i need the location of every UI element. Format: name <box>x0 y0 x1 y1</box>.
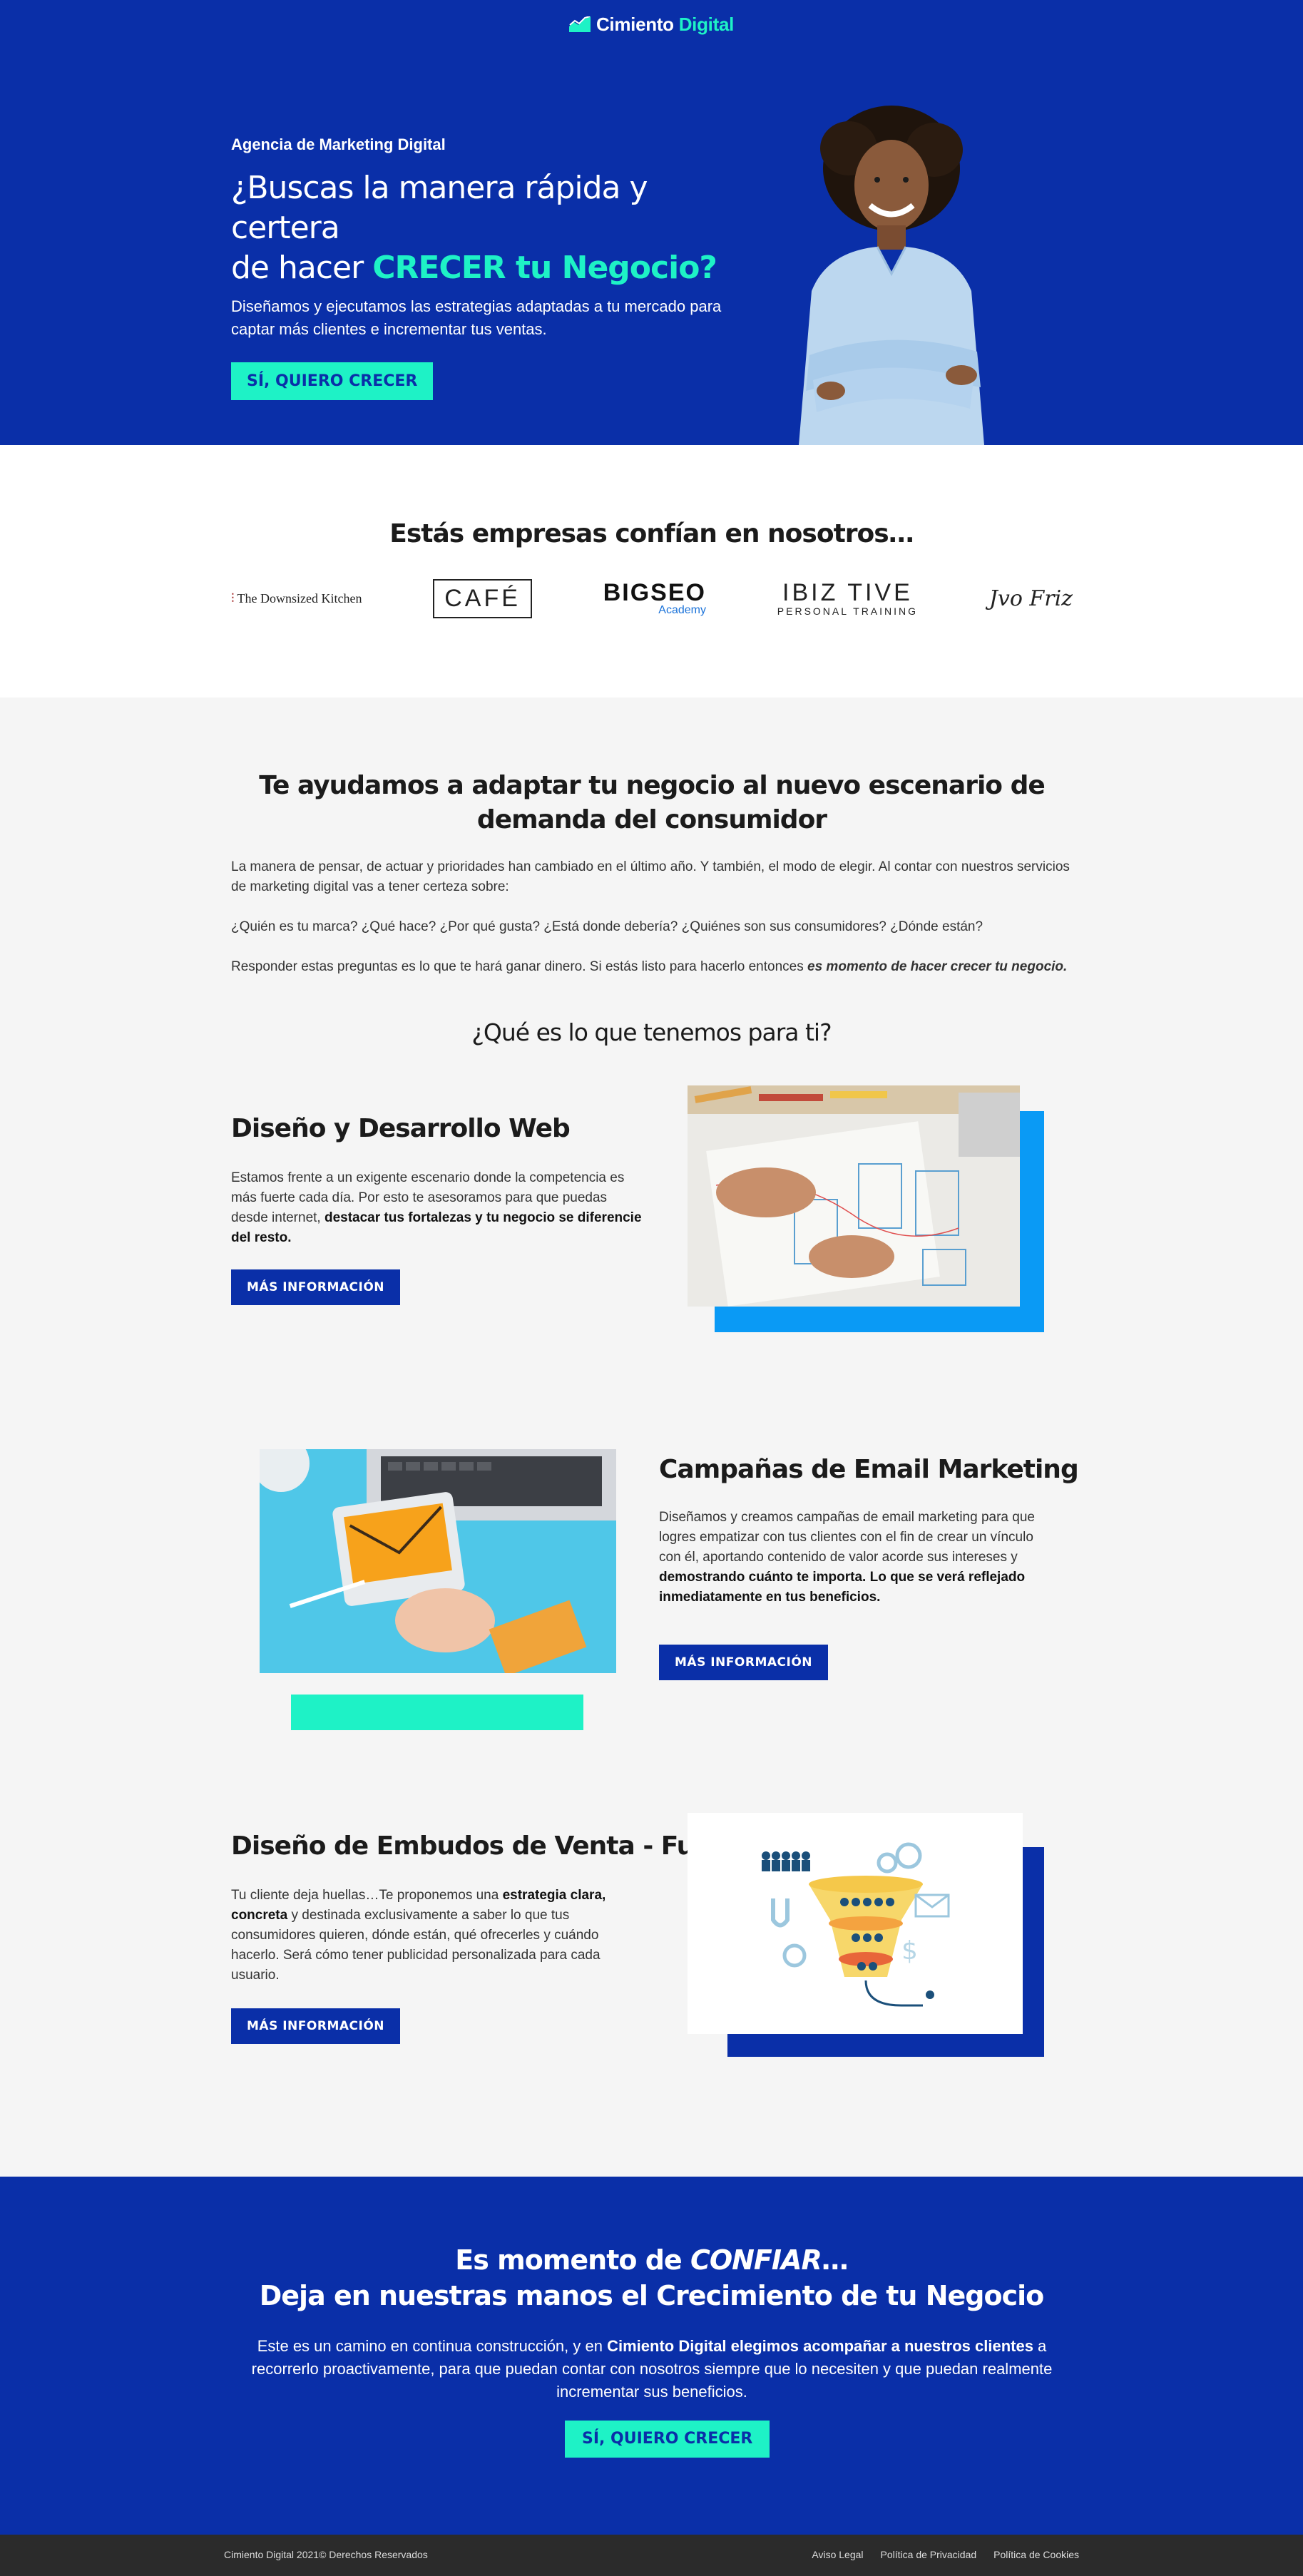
cta-button[interactable]: SÍ, QUIERO CRECER <box>565 2421 770 2458</box>
intro-p3-text: Responder estas preguntas es lo que te h… <box>231 959 808 974</box>
services-subheading: ¿Qué es lo que tenemos para ti? <box>471 1018 832 1046</box>
service-web-more-button[interactable]: MÁS INFORMACIÓN <box>231 1269 400 1305</box>
clients-section: Estás empresas confían en nosotros… ⫶ Th… <box>0 445 1303 697</box>
cta-heading-line2: Deja en nuestras manos el Crecimiento de… <box>259 2280 1045 2311</box>
logo-part1: Cimiento <box>596 13 674 35</box>
clients-title: Estás empresas confían en nosotros… <box>389 519 914 548</box>
client-logo-label: Jvo Friz <box>988 586 1073 611</box>
service-email-body: Diseñamos y creamos campañas de email ma… <box>659 1510 1035 1565</box>
footer-link-cookies[interactable]: Política de Cookies <box>993 2549 1079 2560</box>
hero-woman-photo <box>799 106 984 445</box>
hero-cta-button[interactable]: SÍ, QUIERO CRECER <box>231 362 434 400</box>
footer-link-privacidad[interactable]: Política de Privacidad <box>881 2549 977 2560</box>
intro-paragraph-2: ¿Quién es tu marca? ¿Qué hace? ¿Por qué … <box>231 919 983 934</box>
footer-links: Aviso Legal Política de Privacidad Polít… <box>812 2549 1079 2560</box>
logo[interactable]: Cimiento Digital <box>596 14 734 36</box>
service-web-title: Diseño y Desarrollo Web <box>231 1114 571 1143</box>
top-bar: Cimiento Digital <box>0 0 1303 48</box>
intro-paragraph-1: La manera de pensar, de actuar y priorid… <box>231 859 1070 894</box>
service-email-bold: demostrando cuánto te importa. Lo que se… <box>659 1570 1026 1605</box>
hero-title: ¿Buscas la manera rápida y certera de ha… <box>231 168 745 288</box>
intro-p3-emphasis: es momento de hacer crecer tu negocio. <box>807 959 1068 974</box>
service-web-text: Estamos frente a un exigente escenario d… <box>231 1168 645 1248</box>
service-email-image <box>260 1449 616 1673</box>
hero-section: Cimiento Digital Agencia de Marketing Di… <box>0 0 1303 445</box>
intro-paragraph-3: Responder estas preguntas es lo que te h… <box>231 957 1073 977</box>
service-email-image-backdrop <box>291 1695 583 1730</box>
client-logos: ⫶ The Downsized Kitchen CAFÉ BIGSEO Acad… <box>231 573 1073 623</box>
client-logo-sublabel: Academy <box>658 604 706 616</box>
client-logo-bigseo: BIGSEO Academy <box>603 581 706 616</box>
footer: Cimiento Digital 2021© Derechos Reservad… <box>0 2535 1303 2576</box>
service-funnels-body: Tu cliente deja huellas…Te proponemos un… <box>231 1888 503 1903</box>
intro-title: Te ayudamos a adaptar tu negocio al nuev… <box>259 771 1046 834</box>
client-logo-ibizktive: IBIZ TIVE PERSONAL TRAINING <box>777 578 919 618</box>
service-funnels-image: $ <box>688 1813 1023 2034</box>
hero-title-prefix: de hacer <box>231 250 373 286</box>
client-logo-label: IBIZ TIVE <box>782 578 913 606</box>
cta-heading-suffix: … <box>821 2244 849 2276</box>
service-funnels-text: Tu cliente deja huellas…Te proponemos un… <box>231 1886 630 1985</box>
footer-copyright: Cimiento Digital 2021© Derechos Reservad… <box>224 2549 428 2560</box>
client-logo-downsized-kitchen: ⫶ The Downsized Kitchen <box>231 591 362 606</box>
hero-title-highlight: CRECER tu Negocio? <box>372 250 717 286</box>
cta-heading-emphasis: CONFIAR <box>690 2244 822 2276</box>
service-funnels-more-button[interactable]: MÁS INFORMACIÓN <box>231 2008 400 2044</box>
page: Cimiento Digital Agencia de Marketing Di… <box>0 0 1303 2576</box>
client-logo-sublabel: PERSONAL TRAINING <box>777 605 919 617</box>
client-logo-label: The Downsized Kitchen <box>237 591 362 605</box>
cta-paragraph-prefix: Este es un camino en continua construcci… <box>257 2337 608 2355</box>
cta-heading-prefix: Es momento de <box>455 2244 690 2276</box>
hero-title-line2: de hacer CRECER tu Negocio? <box>231 248 745 288</box>
service-web-image <box>688 1085 1020 1307</box>
hero-eyebrow: Agencia de Marketing Digital <box>231 136 446 153</box>
cta-paragraph-bold: Cimiento Digital elegimos acompañar a nu… <box>607 2337 1033 2355</box>
svg-text:$: $ <box>901 1936 918 1966</box>
service-email-more-button[interactable]: MÁS INFORMACIÓN <box>659 1645 828 1680</box>
hero-content: Agencia de Marketing Digital ¿Buscas la … <box>231 136 745 400</box>
cta-section: Es momento de CONFIAR… Deja en nuestras … <box>0 2177 1303 2535</box>
logo-chart-icon <box>568 16 591 32</box>
kitchen-icon: ⫶ <box>231 591 235 605</box>
hero-subtitle: Diseñamos y ejecutamos las estrategias a… <box>231 297 722 338</box>
hero-title-line1: ¿Buscas la manera rápida y certera <box>231 170 648 246</box>
footer-link-aviso-legal[interactable]: Aviso Legal <box>812 2549 863 2560</box>
client-logo-label: BIGSEO <box>603 579 706 606</box>
service-email-text: Diseñamos y creamos campañas de email ma… <box>659 1508 1058 1608</box>
cta-paragraph: Este es un camino en continua construcci… <box>245 2335 1058 2403</box>
client-logo-cafe: CAFÉ <box>433 578 532 618</box>
services-section: Te ayudamos a adaptar tu negocio al nuev… <box>0 697 1303 2177</box>
cta-heading-line1: Es momento de CONFIAR… <box>0 2244 1303 2276</box>
client-logo-label: CAFÉ <box>444 584 521 612</box>
logo-part2: Digital <box>678 13 735 35</box>
client-logo-signature: Jvo Friz <box>989 586 1073 611</box>
service-email-title: Campañas de Email Marketing <box>659 1455 1079 1484</box>
